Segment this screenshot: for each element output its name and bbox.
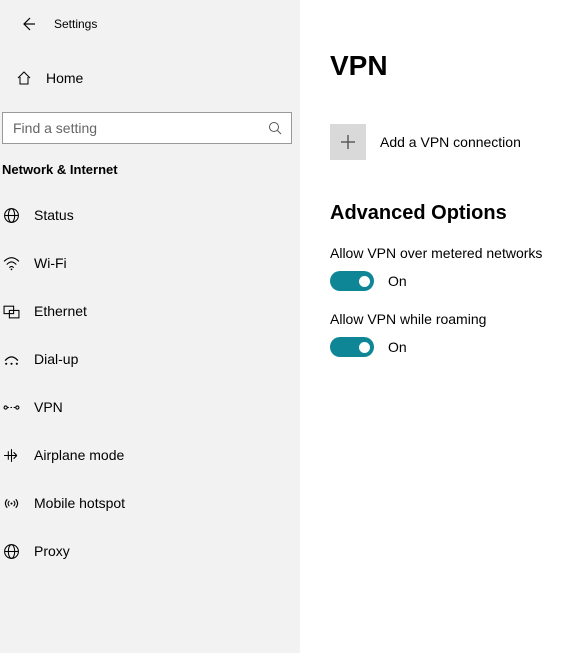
nav-label: Mobile hotspot <box>34 495 125 511</box>
search-icon <box>267 120 283 136</box>
sidebar: Settings Home Network & Internet Status <box>0 0 300 653</box>
globe-icon <box>2 206 20 224</box>
option-control: On <box>330 271 583 291</box>
nav-label: Airplane mode <box>34 447 124 463</box>
add-vpn-label: Add a VPN connection <box>380 134 521 150</box>
option-metered: Allow VPN over metered networks On <box>330 245 583 291</box>
plus-icon <box>339 133 357 151</box>
ethernet-icon <box>2 302 20 320</box>
header: Settings <box>0 10 300 38</box>
toggle-roaming[interactable] <box>330 337 374 357</box>
option-roaming: Allow VPN while roaming On <box>330 311 583 357</box>
plus-tile <box>330 124 366 160</box>
nav-item-vpn[interactable]: VPN <box>0 383 300 431</box>
option-control: On <box>330 337 583 357</box>
nav-item-status[interactable]: Status <box>0 191 300 239</box>
option-label: Allow VPN over metered networks <box>330 245 583 261</box>
home-nav[interactable]: Home <box>0 58 300 98</box>
category-header: Network & Internet <box>0 162 300 191</box>
search-box[interactable] <box>2 112 292 144</box>
nav-label: Wi-Fi <box>34 255 67 271</box>
back-button[interactable] <box>14 10 42 38</box>
nav-label: Proxy <box>34 543 70 559</box>
nav-item-airplane[interactable]: Airplane mode <box>0 431 300 479</box>
add-vpn-button[interactable]: Add a VPN connection <box>330 124 583 160</box>
wifi-icon <box>2 254 20 272</box>
search-container <box>2 112 292 144</box>
nav-item-ethernet[interactable]: Ethernet <box>0 287 300 335</box>
proxy-icon <box>2 542 20 560</box>
airplane-icon <box>2 446 20 464</box>
nav-list: Status Wi-Fi Ethernet Dial-up VPN <box>0 191 300 575</box>
nav-item-dialup[interactable]: Dial-up <box>0 335 300 383</box>
back-arrow-icon <box>20 16 36 32</box>
nav-item-hotspot[interactable]: Mobile hotspot <box>0 479 300 527</box>
home-icon <box>14 70 34 86</box>
main-panel: VPN Add a VPN connection Advanced Option… <box>300 0 583 653</box>
nav-label: VPN <box>34 399 63 415</box>
search-input[interactable] <box>3 113 291 143</box>
page-title: VPN <box>330 50 583 82</box>
nav-label: Status <box>34 207 74 223</box>
hotspot-icon <box>2 494 20 512</box>
nav-label: Ethernet <box>34 303 87 319</box>
advanced-options-header: Advanced Options <box>330 202 583 225</box>
nav-item-wifi[interactable]: Wi-Fi <box>0 239 300 287</box>
vpn-icon <box>2 398 20 416</box>
toggle-state: On <box>388 339 407 355</box>
home-label: Home <box>46 70 83 86</box>
nav-label: Dial-up <box>34 351 78 367</box>
dialup-icon <box>2 350 20 368</box>
app-title: Settings <box>54 17 97 31</box>
toggle-metered[interactable] <box>330 271 374 291</box>
nav-item-proxy[interactable]: Proxy <box>0 527 300 575</box>
toggle-state: On <box>388 273 407 289</box>
option-label: Allow VPN while roaming <box>330 311 583 327</box>
